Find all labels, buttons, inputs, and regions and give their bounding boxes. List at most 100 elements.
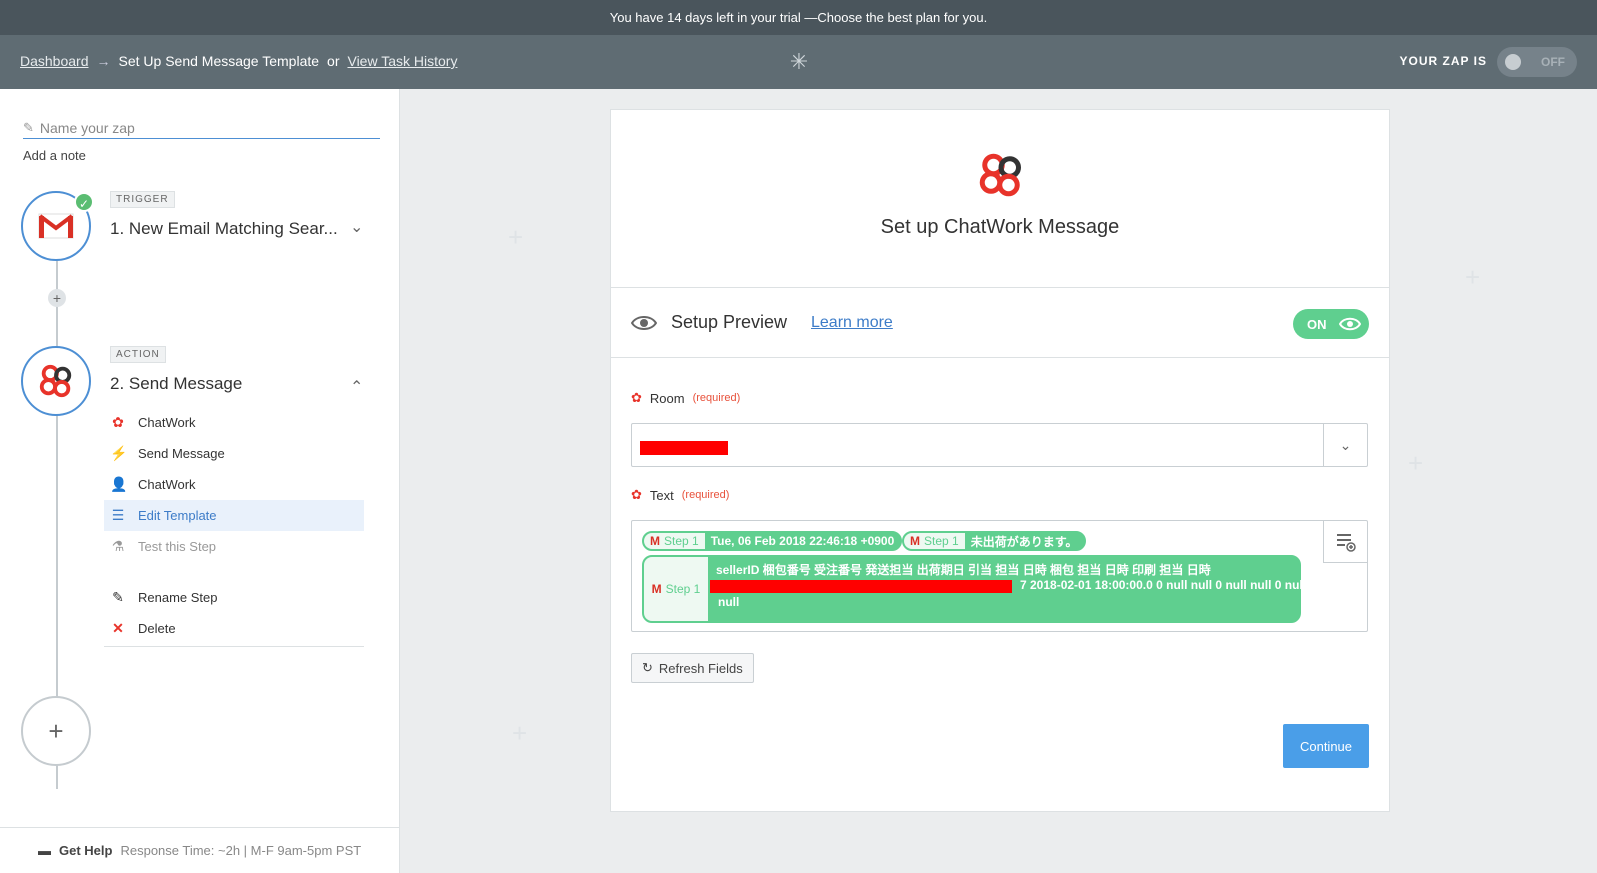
help-bar: ▬ Get Help Response Time: ~2h | M-F 9am-…	[0, 827, 400, 873]
dashboard-link[interactable]: Dashboard	[20, 53, 89, 69]
zap-status-label: YOUR ZAP IS	[1399, 54, 1487, 68]
chatwork-icon: ✿	[631, 487, 642, 502]
trial-banner: You have 14 days left in your trial —Cho…	[0, 0, 1597, 35]
task-history-link[interactable]: View Task History	[347, 53, 457, 69]
chevron-down-icon[interactable]: ⌄	[350, 217, 363, 237]
text-label: ✿ Text (required)	[631, 487, 729, 503]
list-icon: ☰	[111, 507, 125, 523]
plus-decoration-icon: +	[508, 222, 524, 252]
required-tag: (required)	[681, 489, 730, 501]
text-label-text: Text	[649, 487, 674, 503]
text-field[interactable]: M Step 1 Tue, 06 Feb 2018 22:46:18 +0900 …	[631, 520, 1368, 632]
menu-item-app[interactable]: ✿ ChatWork	[104, 407, 364, 438]
body-line: sellerID 梱包番号 受注番号 発送担当 出荷期日 引当 担当 日時 梱包…	[716, 563, 1211, 577]
current-page: Set Up Send Message Template	[118, 53, 320, 69]
menu-item-edit-template[interactable]: ☰ Edit Template	[104, 500, 364, 531]
top-header: Dashboard → Set Up Send Message Template…	[0, 35, 1597, 89]
setup-preview-title: Setup Preview	[671, 312, 788, 332]
body-line: 7 2018-02-01 18:00:00.0 0 null null 0 nu…	[1020, 578, 1307, 592]
menu-item-label: ChatWork	[138, 477, 196, 492]
rename-step-button[interactable]: ✎ Rename Step	[104, 582, 364, 613]
step-badge: M Step 1	[644, 557, 708, 621]
chevron-up-icon[interactable]: ⌃	[350, 377, 363, 397]
close-icon: ✕	[112, 620, 124, 636]
action-title[interactable]: 2. Send Message	[110, 374, 242, 394]
field-pill-date[interactable]: M Step 1 Tue, 06 Feb 2018 22:46:18 +0900	[642, 531, 903, 551]
redacted-value	[640, 441, 728, 455]
response-time: Response Time: ~2h | M-F 9am-5pm PST	[120, 843, 362, 858]
eye-icon	[1338, 317, 1361, 331]
step-badge: M Step 1	[644, 533, 705, 549]
get-help-link[interactable]: Get Help	[59, 843, 112, 858]
pill-value: 未出荷があります。	[970, 534, 1078, 549]
body-line: null	[718, 595, 740, 609]
menu-item-label: Edit Template	[138, 508, 217, 523]
eye-icon	[631, 316, 657, 330]
setup-preview-bar: Setup Preview Learn more ON	[611, 288, 1389, 358]
check-icon: ✓	[74, 192, 94, 212]
breadcrumb-arrow: →	[96, 53, 111, 69]
trial-text: You have 14 days left in your trial	[609, 10, 801, 25]
zap-name-field[interactable]: ✎	[23, 117, 380, 139]
card-header: Set up ChatWork Message	[611, 110, 1389, 288]
refresh-label: Refresh Fields	[658, 660, 743, 676]
menu-item-label: Send Message	[138, 446, 225, 461]
delete-step-button[interactable]: ✕ Delete	[104, 613, 364, 644]
chevron-down-icon[interactable]: ⌄	[1323, 424, 1367, 466]
required-tag: (required)	[692, 392, 741, 404]
add-step-button[interactable]: +	[21, 696, 91, 766]
pill-value: Tue, 06 Feb 2018 22:46:18 +0900	[710, 534, 895, 548]
toggle-state: OFF	[1541, 55, 1565, 69]
preview-toggle-label: ON	[1307, 316, 1327, 332]
room-label: ✿ Room (required)	[631, 390, 740, 406]
step-badge: M Step 1	[904, 533, 965, 549]
delete-label: Delete	[138, 621, 176, 636]
continue-button[interactable]: Continue	[1283, 724, 1369, 768]
action-tag: ACTION	[110, 346, 166, 363]
chatwork-icon	[39, 364, 72, 398]
add-note-link[interactable]: Add a note	[23, 148, 86, 163]
zap-toggle[interactable]: OFF	[1497, 47, 1577, 77]
add-step-between-icon[interactable]: +	[48, 289, 66, 307]
trial-cta[interactable]: —Choose the best plan for you.	[801, 10, 987, 25]
field-pill-body[interactable]: M Step 1 sellerID 梱包番号 受注番号 発送担当 出荷期日 引当 …	[642, 555, 1306, 623]
trigger-title[interactable]: 1. New Email Matching Sear...	[110, 219, 338, 239]
pencil-icon: ✎	[23, 119, 34, 135]
chatwork-icon: ✿	[631, 390, 642, 405]
menu-item-label: Test this Step	[138, 539, 217, 554]
plus-decoration-icon: +	[1408, 448, 1424, 478]
refresh-icon: ↻	[642, 660, 653, 675]
gmail-icon: M	[650, 534, 660, 548]
breadcrumb: Dashboard → Set Up Send Message Template…	[20, 53, 457, 69]
rename-label: Rename Step	[138, 590, 218, 605]
menu-item-label: ChatWork	[138, 415, 196, 430]
plus-decoration-icon: +	[1465, 262, 1481, 292]
flask-icon: ⚗	[111, 538, 125, 554]
redacted-value	[710, 580, 1012, 593]
card-title: Set up ChatWork Message	[880, 216, 1120, 238]
setup-card: Set up ChatWork Message Setup Preview Le…	[610, 109, 1390, 812]
zapier-logo-icon[interactable]: ✳	[788, 51, 810, 73]
menu-item-test-step[interactable]: ⚗ Test this Step	[104, 531, 364, 562]
insert-field-icon[interactable]	[1323, 521, 1367, 563]
trigger-tag: TRIGGER	[110, 191, 175, 208]
zap-name-input[interactable]	[39, 119, 360, 136]
menu-item-account[interactable]: 👤 ChatWork	[104, 469, 364, 500]
refresh-fields-button[interactable]: ↻ Refresh Fields	[631, 653, 754, 683]
chat-icon: ▬	[38, 843, 51, 858]
pencil-icon: ✎	[112, 589, 124, 605]
plus-decoration-icon: +	[512, 718, 528, 748]
learn-more-link[interactable]: Learn more	[811, 314, 893, 332]
or-text: or	[327, 53, 340, 69]
room-label-text: Room	[649, 390, 685, 406]
preview-toggle[interactable]: ON	[1293, 309, 1369, 339]
menu-item-action[interactable]: ⚡ Send Message	[104, 438, 364, 469]
field-pill-subject[interactable]: M Step 1 未出荷があります。	[902, 531, 1086, 551]
user-icon: 👤	[110, 476, 128, 492]
action-node[interactable]	[21, 346, 91, 416]
gmail-icon: M	[651, 582, 662, 596]
room-select[interactable]: ⌄	[631, 423, 1368, 467]
sidebar: ✎ Add a note ✓ TRIGGER 1. New Email Matc…	[0, 89, 400, 873]
gmail-icon: M	[910, 534, 920, 548]
gmail-icon	[38, 213, 74, 239]
